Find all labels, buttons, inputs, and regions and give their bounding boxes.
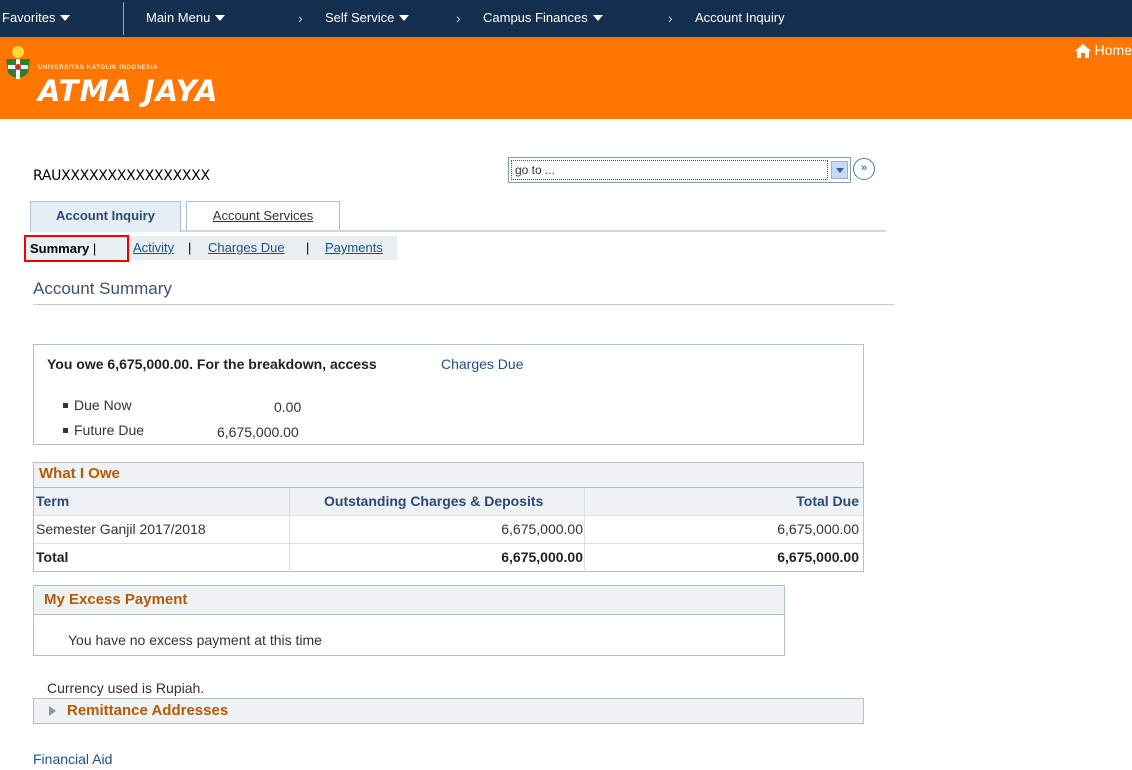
- due-now-item: Due Now: [63, 397, 132, 413]
- owe-message: You owe 6,675,000.00. For the breakdown,…: [47, 356, 377, 372]
- column-divider: [289, 488, 290, 572]
- goto-select[interactable]: go to ...: [508, 157, 851, 183]
- future-due-item: Future Due: [63, 422, 144, 438]
- currency-note: Currency used is Rupiah.: [47, 680, 205, 696]
- remittance-title: Remittance Addresses: [67, 702, 229, 719]
- divider: [33, 304, 894, 305]
- student-id: RAUXXXXXXXXXXXXXXXX: [33, 168, 210, 184]
- tab-account-services[interactable]: Account Services: [186, 201, 340, 231]
- go-button[interactable]: »: [853, 158, 875, 180]
- table-title-bar: What I Owe: [34, 463, 863, 488]
- subnav-summary-label: Summary: [30, 241, 90, 256]
- future-due-label: Future Due: [74, 422, 145, 438]
- table-row: Semester Ganjil 2017/2018 6,675,000.00 6…: [34, 516, 863, 544]
- bullet-icon: [63, 402, 68, 408]
- main-menu-label: Main Menu: [146, 10, 211, 25]
- total-due-value: 6,675,000.00: [777, 549, 859, 565]
- excess-title: My Excess Payment: [44, 591, 188, 608]
- subnav-separator: |: [188, 240, 192, 255]
- tab-label: Account Services: [212, 208, 314, 223]
- column-divider: [584, 488, 585, 572]
- tab-underline: [181, 230, 886, 232]
- university-logo-text: ATMA JAYA: [38, 74, 219, 108]
- favorites-menu[interactable]: Favorites: [2, 0, 71, 37]
- charges-due-link[interactable]: Charges Due: [441, 356, 524, 372]
- main-menu[interactable]: Main Menu: [146, 0, 226, 37]
- nav-divider: [123, 2, 124, 35]
- excess-title-bar: My Excess Payment: [34, 586, 784, 615]
- home-icon: [1074, 44, 1091, 59]
- bullet-icon: [63, 427, 68, 433]
- breadcrumb-self-service[interactable]: Self Service: [325, 0, 410, 37]
- breadcrumb-separator-icon: ›: [668, 10, 673, 26]
- total-label: Total: [36, 549, 69, 565]
- breadcrumb-separator-icon: ›: [456, 10, 461, 26]
- breadcrumb-label: Campus Finances: [483, 10, 588, 25]
- table-header-row: Term Outstanding Charges & Deposits Tota…: [34, 488, 863, 516]
- what-i-owe-table: What I Owe Term Outstanding Charges & De…: [33, 462, 864, 572]
- dropdown-triangle-icon: [215, 14, 226, 21]
- favorites-label: Favorites: [2, 10, 56, 25]
- due-now-label: Due Now: [74, 397, 132, 413]
- expand-arrow-icon[interactable]: [49, 706, 56, 716]
- financial-aid-link[interactable]: Financial Aid: [33, 751, 112, 767]
- dropdown-triangle-icon: [399, 14, 410, 21]
- subnav-summary: Summary |: [24, 235, 129, 262]
- total-outstanding: 6,675,000.00: [501, 549, 583, 565]
- column-header-total-due: Total Due: [796, 493, 859, 509]
- due-now-value: 0.00: [274, 399, 302, 415]
- total-due-cell: 6,675,000.00: [777, 521, 859, 537]
- excess-payment-box: My Excess Payment You have no excess pay…: [33, 585, 785, 656]
- subnav-payments[interactable]: Payments: [325, 236, 383, 260]
- page-title: Account Summary: [33, 279, 172, 298]
- breadcrumb-separator-icon: ›: [298, 10, 303, 26]
- outstanding-cell: 6,675,000.00: [501, 521, 583, 537]
- breadcrumb-account-inquiry[interactable]: Account Inquiry: [695, 0, 785, 37]
- remittance-addresses-section[interactable]: Remittance Addresses: [33, 698, 864, 724]
- tab-account-inquiry[interactable]: Account Inquiry: [30, 201, 181, 232]
- breadcrumb-campus-finances[interactable]: Campus Finances: [483, 0, 603, 37]
- university-banner: UNIVERSITAS KATOLIK INDONESIA ATMA JAYA …: [0, 37, 1132, 119]
- home-link[interactable]: Home: [1074, 42, 1132, 59]
- dropdown-triangle-icon: [592, 14, 603, 21]
- term-cell: Semester Ganjil 2017/2018: [36, 521, 206, 537]
- university-emblem-icon: [6, 46, 30, 79]
- breadcrumb-label: Account Inquiry: [695, 10, 785, 25]
- breadcrumb-label: Self Service: [325, 10, 395, 25]
- goto-select-value: go to ...: [511, 160, 828, 180]
- excess-message: You have no excess payment at this time: [68, 632, 322, 648]
- subnav-separator: |: [306, 240, 310, 255]
- chevron-down-icon[interactable]: [831, 161, 848, 179]
- subnav-charges-due[interactable]: Charges Due: [208, 236, 285, 260]
- sub-navigation: Summary | Activity | Charges Due | Payme…: [24, 235, 397, 262]
- column-header-term: Term: [36, 493, 70, 509]
- table-total-row: Total 6,675,000.00 6,675,000.00: [34, 544, 863, 572]
- dropdown-triangle-icon: [60, 14, 71, 21]
- university-subtitle: UNIVERSITAS KATOLIK INDONESIA: [38, 65, 159, 71]
- home-label: Home: [1094, 42, 1132, 58]
- top-navigation-bar: Favorites Main Menu › Self Service › Cam…: [0, 0, 1132, 37]
- future-due-value: 6,675,000.00: [217, 424, 299, 440]
- table-title: What I Owe: [39, 465, 120, 482]
- subnav-activity[interactable]: Activity: [133, 236, 174, 260]
- column-header-outstanding: Outstanding Charges & Deposits: [324, 493, 544, 509]
